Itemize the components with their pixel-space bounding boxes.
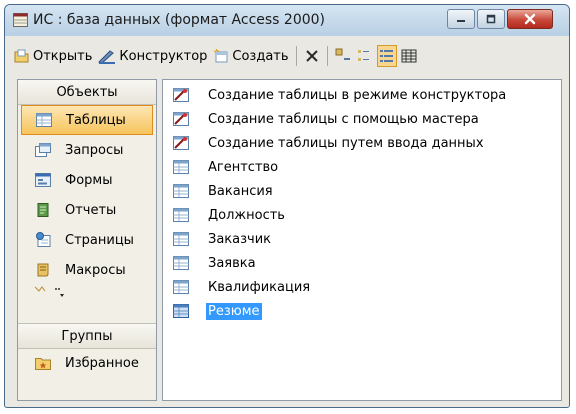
maximize-button[interactable] [477, 9, 505, 29]
list-item[interactable]: Заказчик [163, 227, 561, 251]
sidebar-item-label: Запросы [65, 142, 124, 158]
list-item[interactable]: Резюме [163, 299, 561, 323]
sidebar-item-label: Отчеты [65, 202, 117, 218]
sidebar-item-favorites[interactable]: Избранное [18, 348, 156, 378]
table-icon [173, 232, 189, 246]
list-item[interactable]: Заявка [163, 251, 561, 275]
wizard-icon [173, 112, 189, 126]
sidebar-item-queries[interactable]: Запросы [18, 135, 156, 165]
favorites-folder-icon [35, 358, 51, 370]
sidebar-item-forms[interactable]: Формы [18, 165, 156, 195]
list-item[interactable]: Создание таблицы в режиме конструктора [163, 83, 561, 107]
toolbar: Открыть Конструктор Создать [11, 41, 563, 71]
sidebar-item-label: Формы [65, 172, 113, 188]
large-icons-button[interactable] [333, 45, 353, 67]
table-icon [173, 184, 189, 198]
toolbar-separator [295, 46, 297, 66]
list-item[interactable]: Квалификация [163, 275, 561, 299]
page-icon [36, 232, 51, 247]
sidebar-item-macros[interactable]: Макросы [18, 255, 156, 285]
form-icon [35, 173, 51, 187]
design-label: Конструктор [119, 48, 208, 64]
close-button[interactable] [507, 9, 553, 29]
small-icons-icon [357, 50, 369, 61]
new-object-icon [214, 48, 228, 63]
list-item-label: Заявка [208, 255, 256, 271]
table-icon [173, 280, 189, 294]
create-button[interactable]: Создать [210, 44, 291, 68]
table-icon [173, 256, 189, 270]
chevron-down-icon [55, 288, 64, 297]
list-item-label: Создание таблицы путем ввода данных [208, 135, 484, 151]
sidebar-item-reports[interactable]: Отчеты [18, 195, 156, 225]
list-item-label: Заказчик [208, 231, 272, 247]
sidebar-more[interactable] [18, 285, 156, 307]
sidebar-item-label: Таблицы [66, 112, 126, 128]
list-item[interactable]: Создание таблицы путем ввода данных [163, 131, 561, 155]
sidebar-item-label: Избранное [65, 355, 139, 371]
table-icon [173, 304, 189, 318]
list-item[interactable]: Создание таблицы с помощью мастера [163, 107, 561, 131]
list-item-label: Резюме [206, 302, 262, 320]
macro-icon [37, 263, 49, 277]
list-item-label: Агентство [208, 159, 279, 175]
small-icons-button[interactable] [355, 45, 375, 67]
sidebar-item-tables[interactable]: Таблицы [21, 105, 153, 135]
design-icon [98, 50, 116, 64]
query-icon [35, 143, 51, 157]
report-icon [37, 203, 49, 217]
list-item-label: Квалификация [208, 279, 311, 295]
delete-icon [305, 50, 318, 62]
wizard-icon [173, 136, 189, 150]
list-item-label: Создание таблицы с помощью мастера [208, 111, 479, 127]
list-item[interactable]: Вакансия [163, 179, 561, 203]
close-icon [524, 13, 536, 25]
sidebar-item-pages[interactable]: Страницы [18, 225, 156, 255]
maximize-icon [486, 14, 496, 24]
details-view-icon [401, 49, 417, 63]
list-item-label: Вакансия [208, 183, 273, 199]
objects-list: Создание таблицы в режиме конструктора С… [162, 79, 562, 401]
list-item-label: Должность [208, 207, 285, 223]
open-button[interactable]: Открыть [11, 44, 95, 68]
toolbar-separator [326, 46, 328, 66]
large-icons-icon [335, 48, 350, 60]
minimize-button[interactable] [447, 9, 475, 29]
module-icon [34, 286, 46, 292]
title-bar[interactable]: ИС : база данных (формат Access 2000) [5, 5, 569, 36]
sidebar-item-label: Страницы [65, 232, 134, 248]
table-icon [36, 113, 52, 127]
design-button[interactable]: Конструктор [95, 44, 210, 68]
window-title: ИС : база данных (формат Access 2000) [33, 12, 326, 28]
sidebar-item-label: Макросы [65, 262, 126, 278]
objects-sidebar: Объекты Таблицы Запросы Формы Отчеты Стр… [17, 79, 157, 401]
database-window: ИС : база данных (формат Access 2000) От… [4, 4, 570, 408]
details-view-button[interactable] [399, 45, 419, 67]
list-item[interactable]: Должность [163, 203, 561, 227]
list-item-label: Создание таблицы в режиме конструктора [208, 87, 507, 103]
create-label: Создать [232, 48, 289, 64]
open-icon [14, 49, 29, 63]
list-item[interactable]: Агентство [163, 155, 561, 179]
minimize-icon [457, 20, 465, 22]
table-icon [173, 160, 189, 174]
objects-header[interactable]: Объекты [18, 80, 156, 105]
open-label: Открыть [33, 48, 93, 64]
delete-button[interactable] [302, 45, 322, 67]
list-view-button[interactable] [376, 45, 397, 67]
list-view-icon [379, 50, 393, 62]
access-app-icon [13, 13, 28, 27]
table-icon [173, 208, 189, 222]
wizard-icon [173, 88, 189, 102]
groups-header[interactable]: Группы [18, 323, 156, 349]
